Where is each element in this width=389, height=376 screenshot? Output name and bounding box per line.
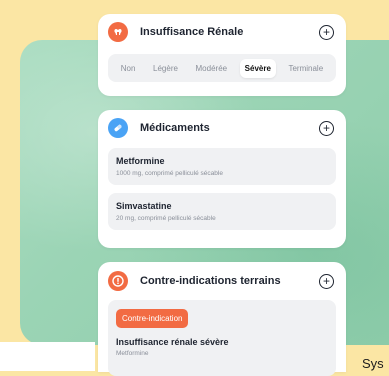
medication-description: 20 mg, comprimé pelliculé sécable: [116, 215, 216, 222]
contraindication-title: Insuffisance rénale sévère: [116, 337, 229, 347]
severity-option-severe[interactable]: Sévère: [239, 58, 276, 78]
severity-option-legere[interactable]: Légère: [148, 59, 183, 78]
severity-option-non[interactable]: Non: [116, 59, 141, 78]
medication-description: 1000 mg, comprimé pelliculé sécable: [116, 170, 223, 177]
medications-card-header: Médicaments +: [98, 110, 346, 146]
warning-icon: [108, 271, 128, 291]
renal-severity-selector: Non Légère Modérée Sévère Terminale: [108, 54, 336, 82]
contraindication-item[interactable]: Contre-indication Insuffisance rénale sé…: [108, 300, 336, 376]
contraindication-drug: Metformine: [116, 350, 149, 357]
renal-card: Insuffisance Rénale + Non Légère Modérée…: [98, 14, 346, 96]
add-renal-button[interactable]: +: [319, 24, 334, 40]
medication-name: Simvastatine: [116, 201, 172, 211]
corner-text: Sys: [362, 356, 384, 371]
severity-option-terminale[interactable]: Terminale: [283, 59, 328, 78]
add-medication-button[interactable]: +: [319, 120, 334, 136]
medications-card: Médicaments + Metformine 1000 mg, compri…: [98, 110, 346, 248]
renal-card-title: Insuffisance Rénale: [140, 26, 244, 38]
contraindication-badge: Contre-indication: [116, 309, 189, 328]
renal-card-header: Insuffisance Rénale +: [98, 14, 346, 50]
kidney-icon: [108, 22, 128, 42]
medication-item[interactable]: Simvastatine 20 mg, comprimé pelliculé s…: [108, 193, 336, 230]
medication-item[interactable]: Metformine 1000 mg, comprimé pelliculé s…: [108, 148, 336, 185]
white-strip: [0, 342, 95, 371]
contraindications-card-header: Contre-indications terrains +: [98, 262, 346, 300]
contraindications-card-title: Contre-indications terrains: [140, 275, 281, 287]
pill-icon: [108, 118, 128, 138]
medications-card-title: Médicaments: [140, 122, 210, 134]
severity-option-moderee[interactable]: Modérée: [191, 59, 233, 78]
contraindications-card: Contre-indications terrains + Contre-ind…: [98, 262, 346, 376]
add-contraindication-button[interactable]: +: [319, 273, 334, 289]
medication-name: Metformine: [116, 156, 165, 166]
